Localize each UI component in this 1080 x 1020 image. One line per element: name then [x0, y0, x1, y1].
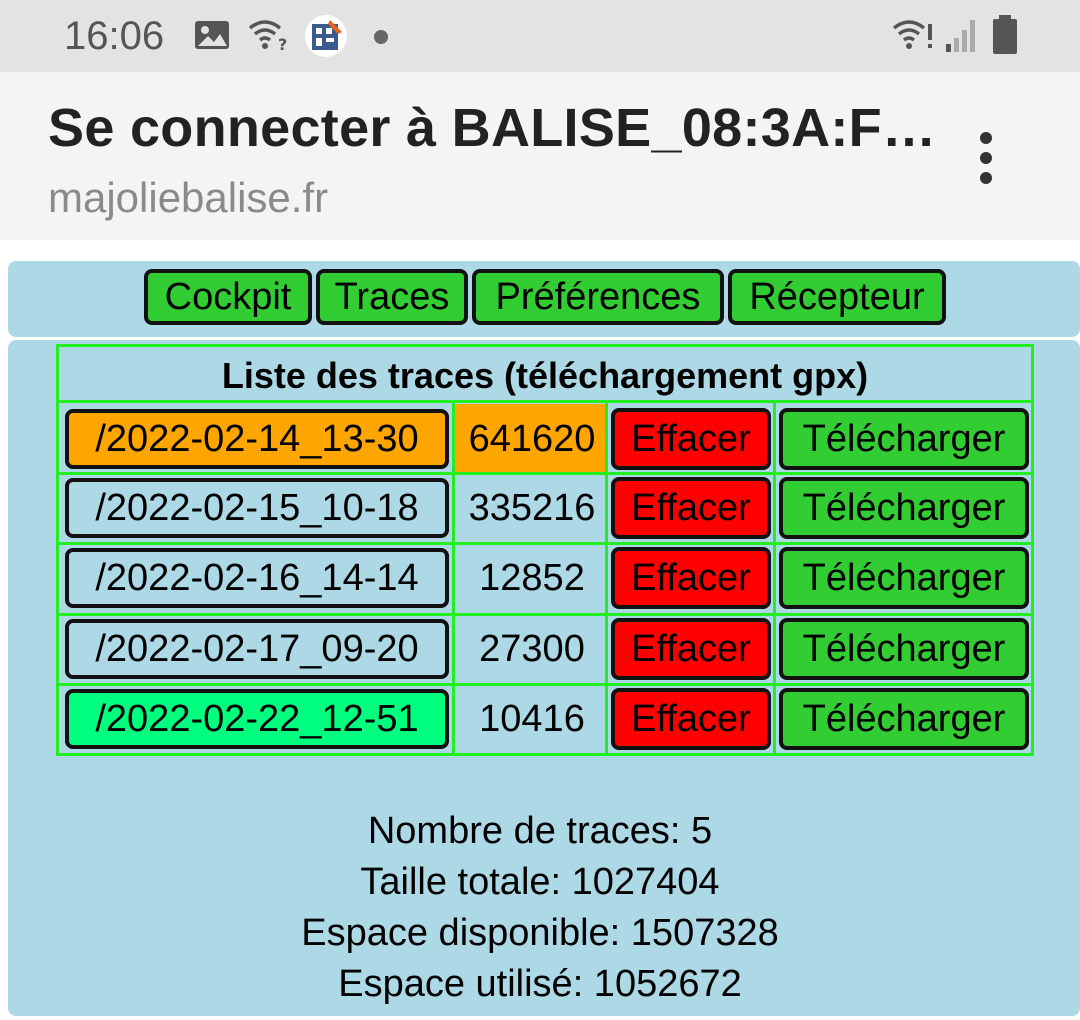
nav-preferences-button[interactable]: Préférences: [472, 269, 724, 325]
trace-name-button[interactable]: /2022-02-22_12-51: [65, 689, 449, 749]
trace-size: 641620: [468, 418, 596, 460]
grid-line: [59, 683, 1031, 686]
page-title: Se connecter à BALISE_08:3A:F…: [48, 98, 937, 158]
grid-line: [59, 542, 1031, 545]
signal-icon: [946, 20, 975, 52]
trace-name-button[interactable]: /2022-02-17_09-20: [65, 619, 449, 679]
page-url: majoliebalise.fr: [48, 174, 329, 221]
app-icon: [305, 15, 347, 57]
more-vert-icon[interactable]: [968, 128, 1008, 188]
total-size: Taille totale: 1027404: [360, 861, 720, 903]
trace-size: 335216: [468, 487, 596, 529]
nav-traces-button[interactable]: Traces: [316, 269, 468, 325]
delete-button[interactable]: Effacer: [611, 618, 771, 680]
delete-button[interactable]: Effacer: [611, 547, 771, 609]
status-time: 16:06: [64, 14, 165, 58]
delete-button[interactable]: Effacer: [611, 688, 771, 750]
storage-summary: Nombre de traces: 5 Taille totale: 10274…: [0, 806, 1080, 1010]
download-button[interactable]: Télécharger: [779, 618, 1029, 680]
battery-icon: [993, 15, 1017, 54]
available-space: Espace disponible: 1507328: [301, 912, 779, 954]
title-bar: Se connecter à BALISE_08:3A:F… majolieba…: [0, 72, 1080, 240]
delete-button[interactable]: Effacer: [611, 477, 771, 539]
trace-name-button[interactable]: /2022-02-14_13-30: [65, 409, 449, 469]
nav-cockpit-button[interactable]: Cockpit: [144, 269, 312, 325]
trace-name-button[interactable]: /2022-02-16_14-14: [65, 548, 449, 608]
trace-size: 12852: [479, 557, 585, 599]
nav-recepteur-button[interactable]: Récepteur: [728, 269, 946, 325]
trace-size: 10416: [479, 698, 585, 740]
used-space: Espace utilisé: 1052672: [338, 963, 742, 1005]
download-button[interactable]: Télécharger: [779, 408, 1029, 470]
trace-name-button[interactable]: /2022-02-15_10-18: [65, 478, 449, 538]
wifi-question-icon: ?: [248, 20, 287, 52]
trace-size: 27300: [479, 628, 585, 670]
delete-button[interactable]: Effacer: [611, 408, 771, 470]
grid-line: [59, 472, 1031, 475]
traces-table: Liste des traces (téléchargement gpx) /2…: [56, 344, 1034, 756]
trace-count: Nombre de traces: 5: [367, 810, 713, 852]
table-title: Liste des traces (téléchargement gpx): [59, 347, 1031, 403]
wifi-alert-icon: [892, 20, 932, 49]
grid-line: [452, 403, 455, 756]
image-icon: [195, 21, 229, 49]
notification-dot-icon: [374, 30, 388, 44]
download-button[interactable]: Télécharger: [779, 688, 1029, 750]
grid-line: [605, 403, 608, 756]
grid-line: [59, 613, 1031, 616]
download-button[interactable]: Télécharger: [779, 547, 1029, 609]
grid-line: [773, 403, 776, 756]
download-button[interactable]: Télécharger: [779, 477, 1029, 539]
svg-text:?: ?: [278, 35, 287, 52]
status-bar: 16:06 ?: [0, 0, 1080, 72]
